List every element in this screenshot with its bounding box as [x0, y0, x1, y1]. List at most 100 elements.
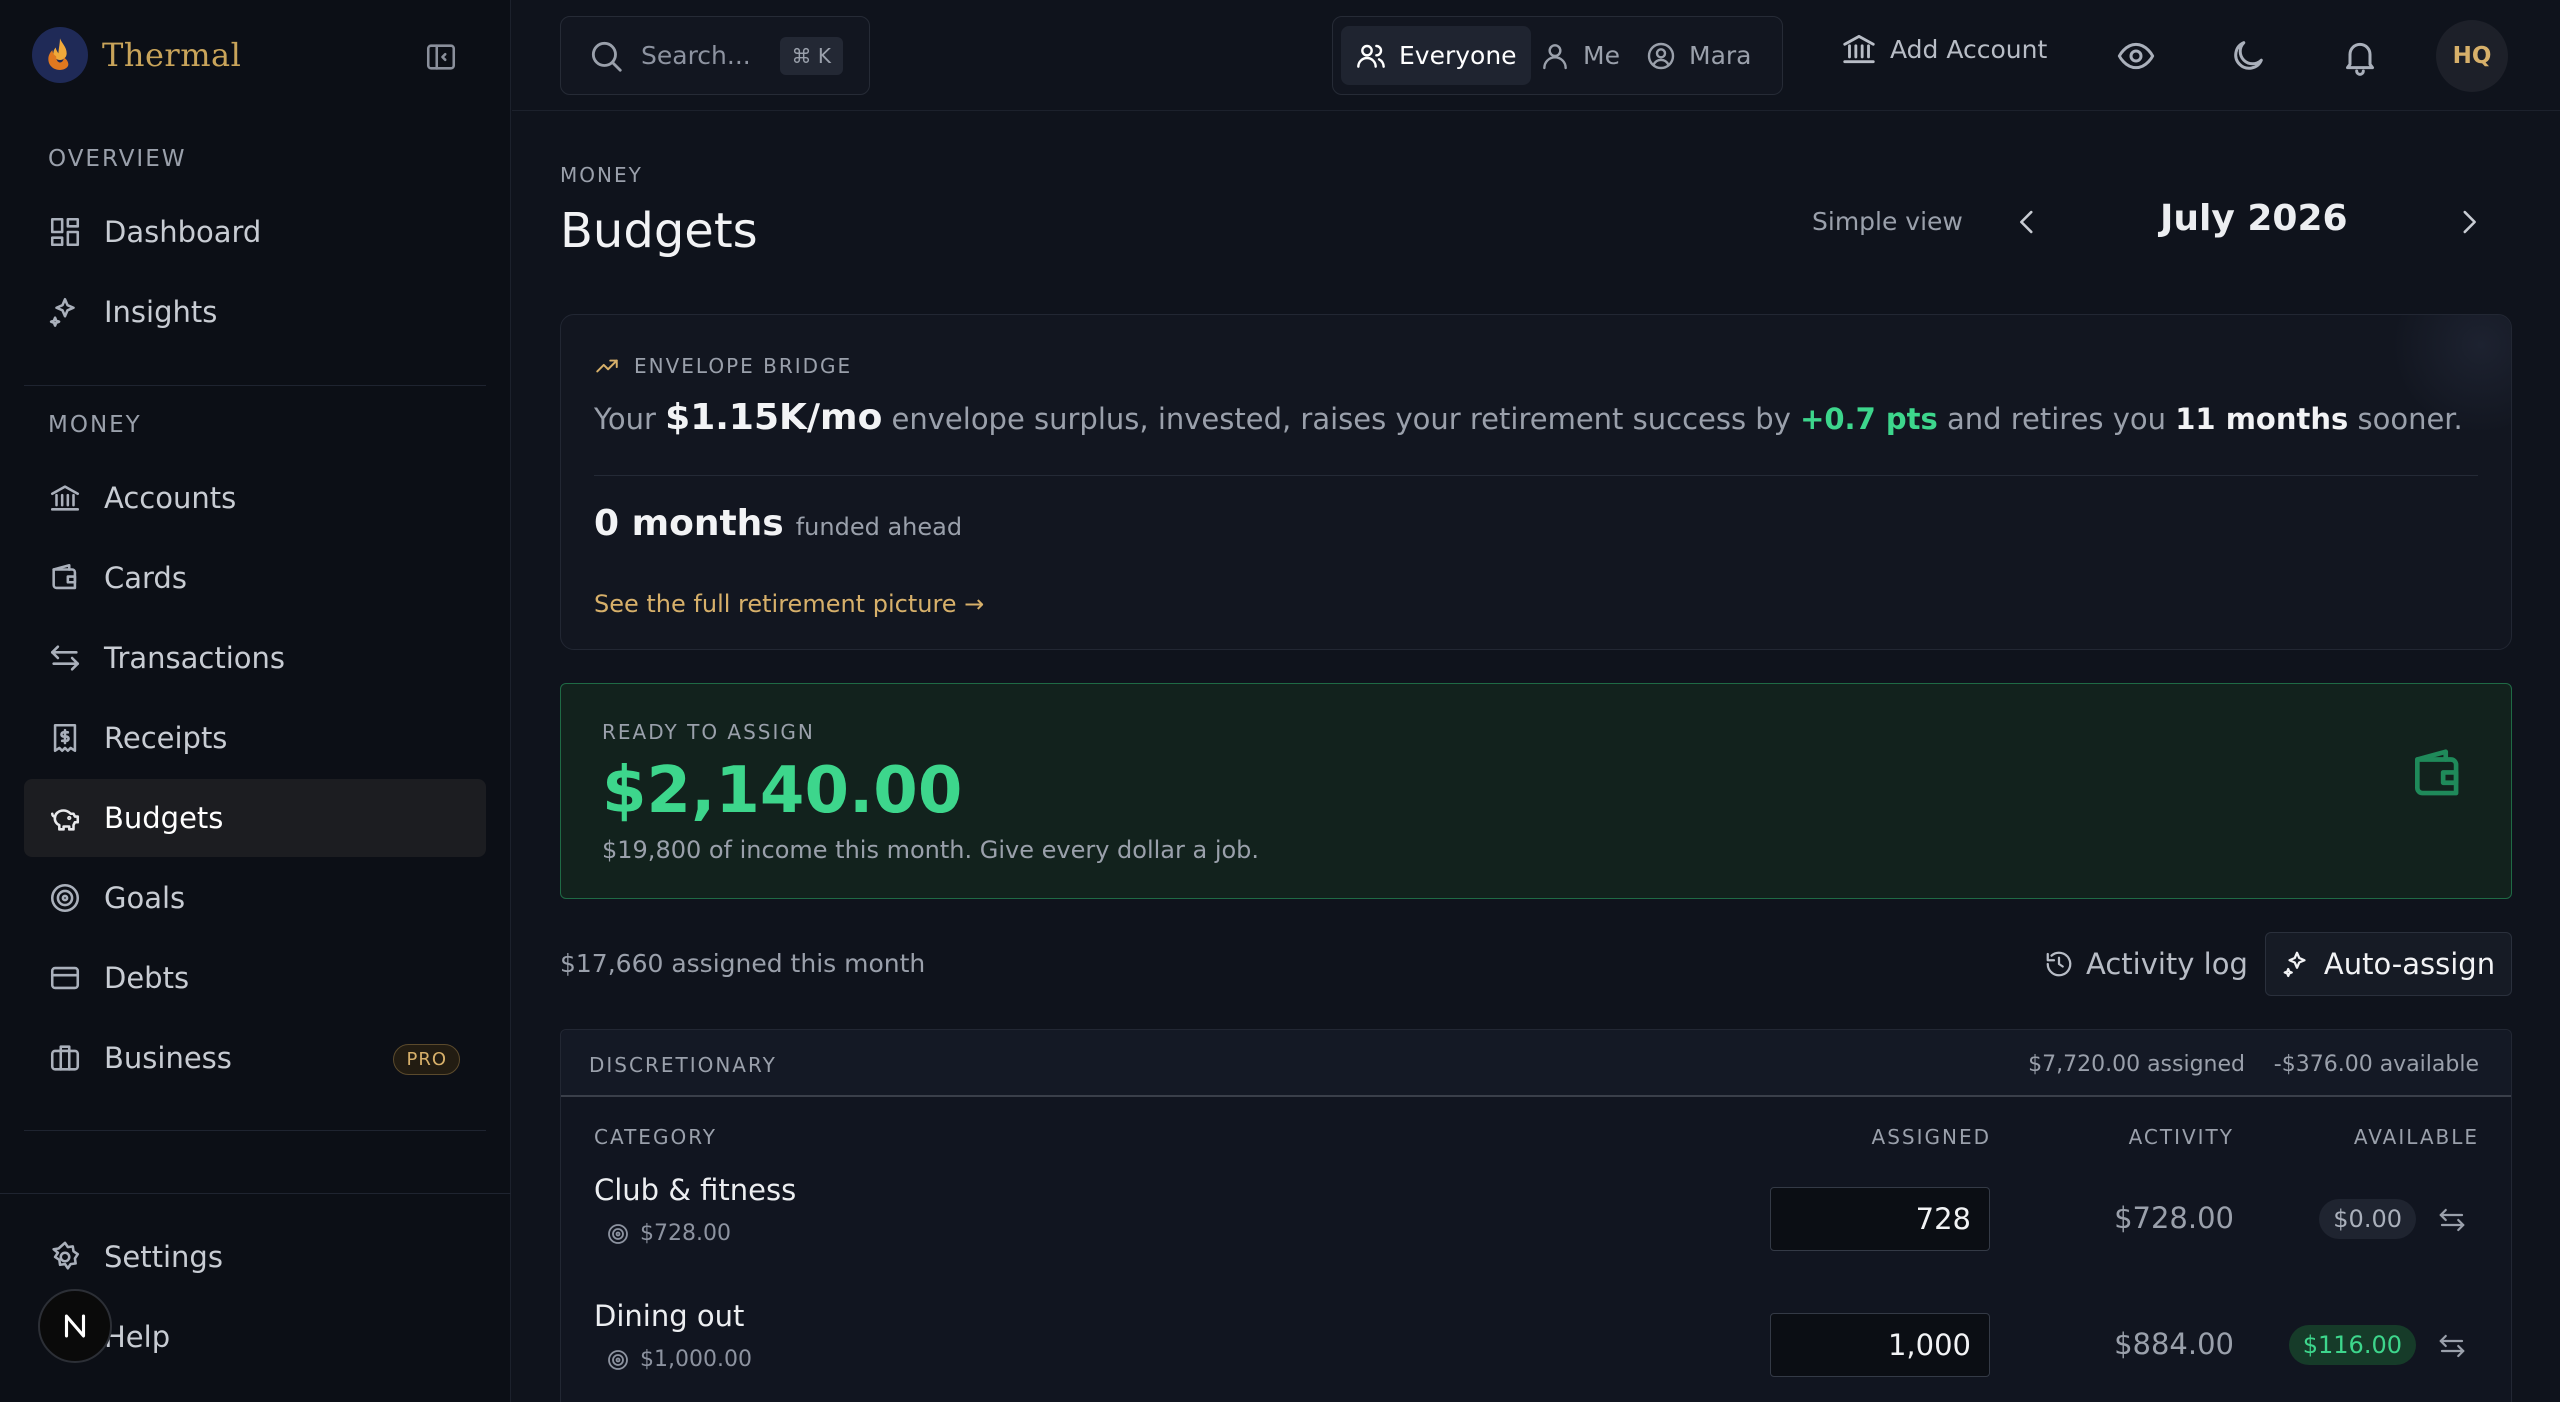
month-label: July 2026 [2160, 198, 2348, 239]
ready-subtitle: $19,800 of income this month. Give every… [602, 836, 1260, 864]
move-money-icon[interactable] [2437, 1331, 2467, 1361]
sidebar-item-budgets[interactable]: Budgets [24, 779, 486, 857]
retire-sooner-months: 11 months [2175, 402, 2349, 436]
category-name: Club & fitness [594, 1173, 797, 1207]
sidebar-item-label: Help [104, 1320, 171, 1354]
topbar: Search... ⌘ K Everyone Me Mara Add Accou… [512, 0, 2560, 111]
column-header-category: CATEGORY [594, 1125, 718, 1149]
sidebar-item-accounts[interactable]: Accounts [24, 459, 486, 537]
available-badge[interactable]: $0.00 [2319, 1199, 2416, 1239]
avatar[interactable]: HQ [2436, 20, 2508, 92]
user-icon [1539, 40, 1571, 72]
sidebar-item-insights[interactable]: Insights [24, 273, 486, 351]
sidebar-item-receipts[interactable]: Receipts [24, 699, 486, 777]
page-title: Budgets [560, 203, 758, 259]
sidebar-item-label: Accounts [104, 481, 237, 515]
bridge-text: envelope surplus, invested, raises your … [891, 402, 1791, 436]
brand[interactable]: Thermal [32, 27, 241, 83]
retirement-picture-link[interactable]: See the full retirement picture → [594, 590, 984, 618]
group-assigned: $7,720.00 assigned [2028, 1052, 2245, 1077]
piggy-bank-icon [48, 801, 82, 835]
surplus-amount: $1.15K/mo [665, 397, 883, 438]
assigned-input[interactable]: 728 [1770, 1187, 1990, 1251]
table-row[interactable]: Dining out $1,000.00 1,000 $884.00 $116.… [561, 1289, 2511, 1402]
pro-badge: PRO [393, 1044, 460, 1075]
activity-value: $728.00 [2114, 1201, 2234, 1235]
activity-log-label: Activity log [2086, 947, 2248, 981]
section-label-money: MONEY [48, 412, 142, 438]
category-goal: $728.00 [606, 1221, 731, 1246]
sidebar-item-dashboard[interactable]: Dashboard [24, 193, 486, 271]
success-points: +0.7 pts [1800, 402, 1938, 436]
sidebar-item-goals[interactable]: Goals [24, 859, 486, 937]
group-header[interactable]: DISCRETIONARY $7,720.00 assigned -$376.0… [561, 1030, 2511, 1097]
bank-icon [48, 481, 82, 515]
chevron-right-icon[interactable] [2452, 205, 2486, 239]
bell-icon[interactable] [2340, 36, 2380, 76]
months-funded-label: funded ahead [795, 513, 963, 541]
sidebar-item-business[interactable]: Business PRO [24, 1019, 486, 1097]
sidebar-collapse-icon[interactable] [424, 40, 458, 74]
search-placeholder: Search... [641, 41, 751, 70]
auto-assign-label: Auto-assign [2323, 947, 2496, 981]
group-available: -$376.00 available [2273, 1052, 2479, 1077]
divider [594, 475, 2478, 476]
bridge-text: and retires you [1946, 402, 2167, 436]
bridge-sentence: Your $1.15K/mo envelope surplus, investe… [594, 397, 2463, 438]
sidebar-item-settings[interactable]: Settings [24, 1218, 486, 1296]
eye-icon[interactable] [2116, 36, 2156, 76]
scope-label: Everyone [1399, 41, 1517, 70]
bank-icon [1840, 30, 1878, 68]
bridge-heading: ENVELOPE BRIDGE [594, 353, 852, 379]
add-account-button[interactable]: Add Account [1840, 30, 2047, 68]
sidebar-item-label: Settings [104, 1240, 223, 1274]
scope-me[interactable]: Me [1525, 26, 1634, 85]
credit-card-icon [48, 961, 82, 995]
sidebar-item-label: Business [104, 1041, 232, 1075]
ready-label: READY TO ASSIGN [602, 720, 815, 744]
search-input[interactable]: Search... ⌘ K [560, 16, 870, 95]
scope-mara[interactable]: Mara [1631, 26, 1766, 85]
table-row[interactable]: Club & fitness $728.00 728 $728.00 $0.00 [561, 1163, 2511, 1289]
column-header-available: AVAILABLE [2353, 1125, 2479, 1149]
sidebar-item-debts[interactable]: Debts [24, 939, 486, 1017]
sidebar-divider [24, 385, 486, 386]
briefcase-icon [48, 1041, 82, 1075]
move-money-icon[interactable] [2437, 1205, 2467, 1235]
assigned-summary: $17,660 assigned this month [560, 949, 926, 978]
sidebar-item-label: Insights [104, 295, 218, 329]
sidebar-item-label: Budgets [104, 801, 224, 835]
history-icon [2044, 949, 2074, 979]
sparkles-icon [48, 295, 82, 329]
sidebar-item-label: Goals [104, 881, 186, 915]
category-goal: $1,000.00 [606, 1347, 752, 1372]
page-eyebrow: MONEY [560, 163, 643, 187]
sidebar-divider [24, 1130, 486, 1131]
sidebar-item-transactions[interactable]: Transactions [24, 619, 486, 697]
sidebar-item-label: Transactions [104, 641, 286, 675]
moon-icon[interactable] [2228, 36, 2268, 76]
household-scope-switcher: Everyone Me Mara [1332, 16, 1783, 95]
bridge-text: sooner. [2357, 402, 2463, 436]
activity-log-button[interactable]: Activity log [2044, 947, 2248, 981]
scope-label: Mara [1689, 41, 1752, 70]
search-icon [587, 37, 625, 75]
ready-amount: $2,140.00 [602, 754, 963, 828]
dev-tools-n-icon[interactable] [38, 1289, 112, 1363]
auto-assign-button[interactable]: Auto-assign [2265, 932, 2512, 996]
search-shortcut: ⌘ K [779, 37, 843, 75]
sidebar-item-label: Dashboard [104, 215, 262, 249]
sidebar-item-cards[interactable]: Cards [24, 539, 486, 617]
available-badge[interactable]: $116.00 [2288, 1325, 2416, 1365]
chevron-left-icon[interactable] [2010, 205, 2044, 239]
assigned-input[interactable]: 1,000 [1770, 1313, 1990, 1377]
user-circle-icon [1645, 40, 1677, 72]
ready-to-assign-card: READY TO ASSIGN $2,140.00 $19,800 of inc… [560, 683, 2512, 899]
sidebar: Thermal OVERVIEW Dashboard Insights MONE… [0, 0, 511, 1402]
scope-label: Me [1583, 41, 1620, 70]
target-icon [606, 1348, 630, 1372]
bridge-text: Your [594, 402, 656, 436]
sidebar-divider [0, 1193, 511, 1194]
scope-everyone[interactable]: Everyone [1341, 26, 1531, 85]
simple-view-toggle[interactable]: Simple view [1812, 207, 1963, 236]
